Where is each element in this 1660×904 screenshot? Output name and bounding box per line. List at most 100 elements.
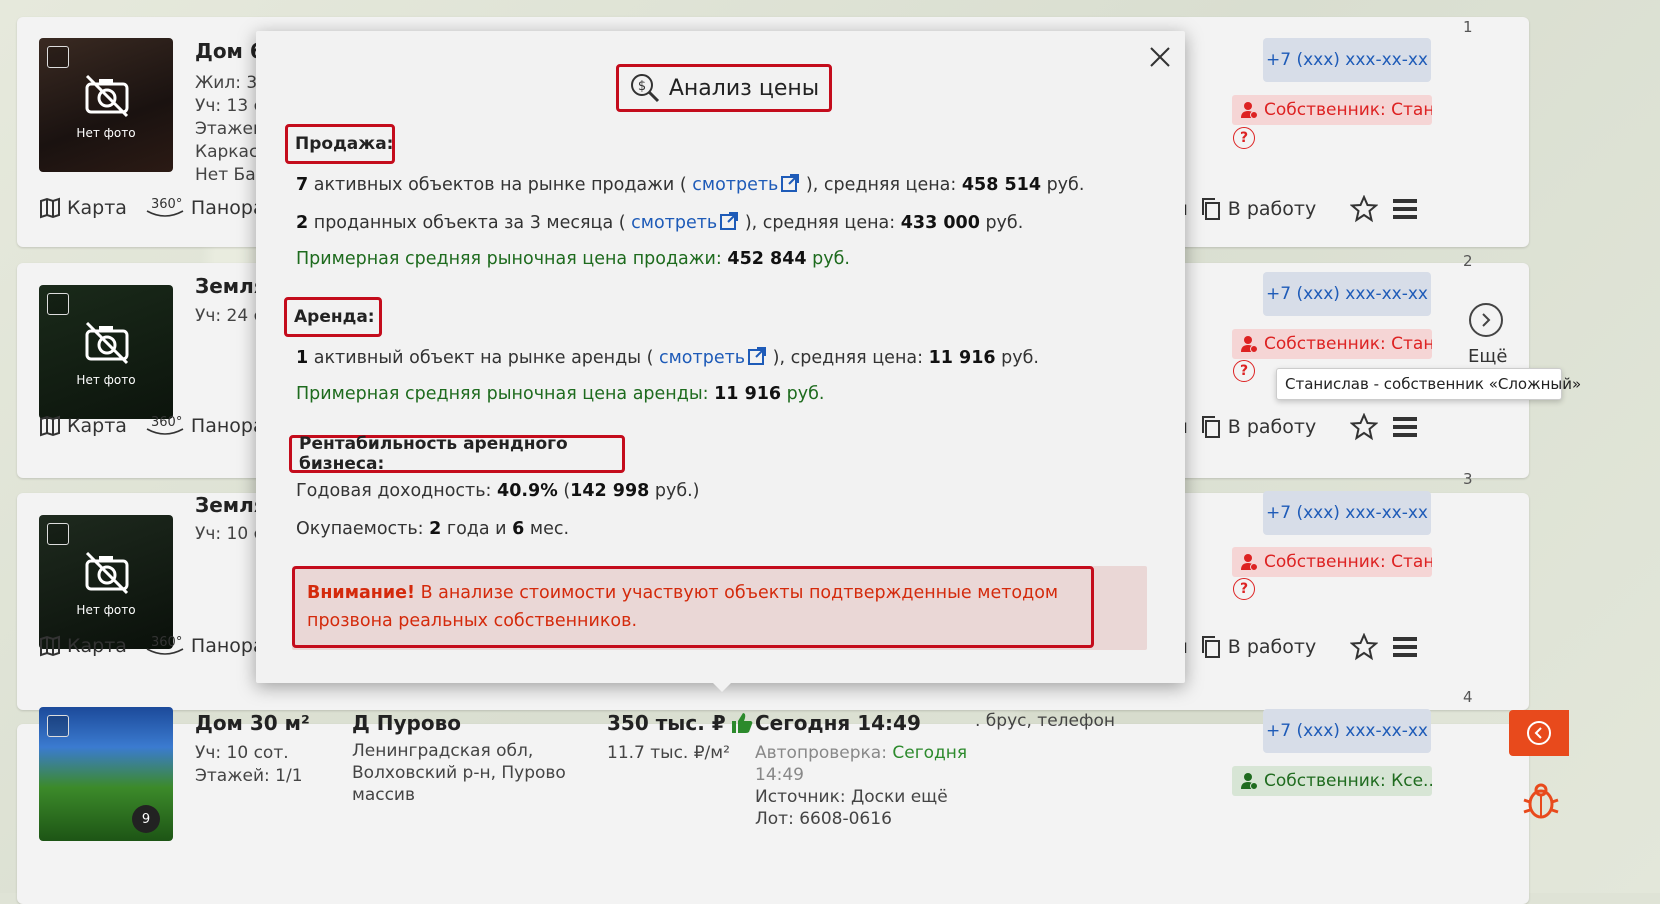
card-right-actions: ия В работу <box>1164 633 1418 661</box>
to-work-button[interactable]: В работу <box>1200 197 1316 221</box>
star-icon[interactable] <box>1350 633 1379 661</box>
photo-count-badge: 9 <box>132 805 160 833</box>
owner-person-icon <box>1241 336 1258 353</box>
chevron-left-circle-icon <box>1527 721 1551 745</box>
map-icon <box>40 197 60 219</box>
phone-button[interactable]: +7 (xxx) xxx-xx-xx <box>1263 38 1431 82</box>
sale-average-line: Примерная средняя рыночная цена продажи:… <box>296 249 850 269</box>
bug-report-icon[interactable] <box>1520 780 1562 822</box>
next-arrow-button[interactable] <box>1469 303 1503 337</box>
modal-pointer <box>710 680 734 692</box>
select-checkbox[interactable] <box>47 46 69 68</box>
view-rent-active-link[interactable]: смотреть <box>659 347 767 368</box>
star-icon[interactable] <box>1350 413 1379 441</box>
price-search-icon: $ <box>630 74 659 103</box>
warning-text: В анализе стоимости участвуют объекты по… <box>307 583 1059 631</box>
listing-meta: Автопроверка: Сегодня 14:49 Источник: До… <box>755 742 967 830</box>
select-checkbox[interactable] <box>47 293 69 315</box>
menu-icon[interactable] <box>1392 197 1418 221</box>
sale-active-line: 7 активных объектов на рынке продажи ( с… <box>296 174 1085 195</box>
detail-line: Этажей: 1/1 <box>195 766 303 786</box>
owner-person-icon <box>1241 773 1258 790</box>
autocheck-value: Сегодня <box>892 743 968 763</box>
address-line: Ленинградская обл, <box>352 741 534 761</box>
map-button[interactable]: Карта <box>39 197 127 219</box>
owner-badge[interactable]: Собственник: Ксе... <box>1232 766 1432 796</box>
collapse-side-button[interactable] <box>1509 710 1569 756</box>
rent-active-line: 1 активный объект на рынке аренды ( смот… <box>296 347 1039 368</box>
owner-label: Собственник: Стан... <box>1264 552 1432 572</box>
select-checkbox[interactable] <box>47 715 69 737</box>
listing-photo[interactable]: Нет фото <box>39 38 173 172</box>
listing-photo[interactable]: Нет фото <box>39 285 173 419</box>
svg-text:360°: 360° <box>151 197 182 212</box>
price-block: 350 тыс. ₽ <box>607 711 754 735</box>
star-icon[interactable] <box>1350 195 1379 223</box>
price-value: 350 тыс. ₽ <box>607 711 726 735</box>
no-photo-icon <box>85 551 129 595</box>
map-button[interactable]: Карта <box>39 415 127 437</box>
payback-line: Окупаемость: 2 года и 6 мес. <box>296 519 570 539</box>
rent-average-line: Примерная средняя рыночная цена аренды: … <box>296 384 825 404</box>
phone-button[interactable]: +7 (xxx) xxx-xx-xx <box>1263 709 1431 753</box>
phone-button[interactable]: +7 (xxx) xxx-xx-xx <box>1263 272 1431 316</box>
to-work-label: В работу <box>1227 198 1317 220</box>
extra-info: . брус, телефон <box>975 711 1116 731</box>
to-work-label: В работу <box>1227 416 1317 438</box>
location-address: Ленинградская обл, Волховский р-н, Пуров… <box>352 740 566 806</box>
menu-icon[interactable] <box>1392 635 1418 659</box>
autocheck-time: 14:49 <box>755 765 804 785</box>
to-work-button[interactable]: В работу <box>1200 415 1316 439</box>
panorama-360-icon: 360° <box>146 635 184 655</box>
detail-line: Уч: 10 сот. <box>195 743 289 763</box>
sale-sold-line: 2 проданных объекта за 3 месяца ( смотре… <box>296 212 1024 233</box>
map-label: Карта <box>67 415 127 437</box>
owner-label: Собственник: Ксе... <box>1264 771 1432 791</box>
owner-badge[interactable]: Собственник: Стан... <box>1232 547 1432 577</box>
owner-badge[interactable]: Собственник: Стан... <box>1232 95 1432 125</box>
listing-photo[interactable]: Нет фото <box>39 515 173 649</box>
svg-text:360°: 360° <box>151 635 182 650</box>
external-link-icon <box>720 212 739 230</box>
menu-icon[interactable] <box>1392 415 1418 439</box>
owner-label: Собственник: Стан... <box>1264 334 1432 354</box>
sale-heading: Продажа: <box>285 124 395 164</box>
help-icon[interactable]: ? <box>1233 578 1255 600</box>
listing-date: Сегодня 14:49 <box>755 711 921 735</box>
card-number: 1 <box>1463 18 1473 36</box>
svg-text:360°: 360° <box>151 415 182 430</box>
price-analysis-modal: $ Анализ цены Продажа: 7 активных объект… <box>256 31 1185 683</box>
no-photo-label: Нет фото <box>76 373 136 387</box>
warning-label: Внимание! <box>307 583 416 603</box>
map-button[interactable]: Карта <box>39 635 127 657</box>
close-icon[interactable] <box>1148 45 1172 69</box>
listing-card-4: 9 Дом 30 м² Уч: 10 сот. Этажей: 1/1 Д Пу… <box>17 707 1529 904</box>
location-title[interactable]: Д Пурово <box>352 711 461 735</box>
modal-title-text: Анализ цены <box>668 75 820 101</box>
owner-badge[interactable]: Собственник: Стан... <box>1232 329 1432 359</box>
view-sale-active-link[interactable]: смотреть <box>692 174 800 195</box>
select-checkbox[interactable] <box>47 523 69 545</box>
view-sale-sold-link[interactable]: смотреть <box>631 212 739 233</box>
map-label: Карта <box>67 197 127 219</box>
chevron-right-icon <box>1482 313 1491 327</box>
map-icon <box>40 415 60 437</box>
listing-title[interactable]: Дом 30 м² <box>195 711 310 735</box>
to-work-button[interactable]: В работу <box>1200 635 1316 659</box>
phone-button[interactable]: +7 (xxx) xxx-xx-xx <box>1263 491 1431 535</box>
map-icon <box>40 635 60 657</box>
help-icon[interactable]: ? <box>1233 360 1255 382</box>
thumbs-up-icon <box>731 713 753 733</box>
more-label[interactable]: Ещё <box>1468 346 1507 367</box>
lot-line: Лот: 6608-0616 <box>755 809 892 829</box>
copy-icon <box>1201 198 1220 220</box>
help-icon[interactable]: ? <box>1233 127 1255 149</box>
source-line[interactable]: Источник: Доски ещё <box>755 786 967 808</box>
owner-tooltip: Станислав - собственник «Сложный» <box>1276 368 1581 400</box>
modal-title: $ Анализ цены <box>616 64 832 112</box>
price-per-m: 11.7 тыс. ₽/м² <box>607 743 730 763</box>
owner-person-icon <box>1241 102 1258 119</box>
card-number: 2 <box>1463 252 1473 270</box>
listing-photo[interactable]: 9 <box>39 707 173 841</box>
autocheck-label: Автопроверка: <box>755 743 887 763</box>
